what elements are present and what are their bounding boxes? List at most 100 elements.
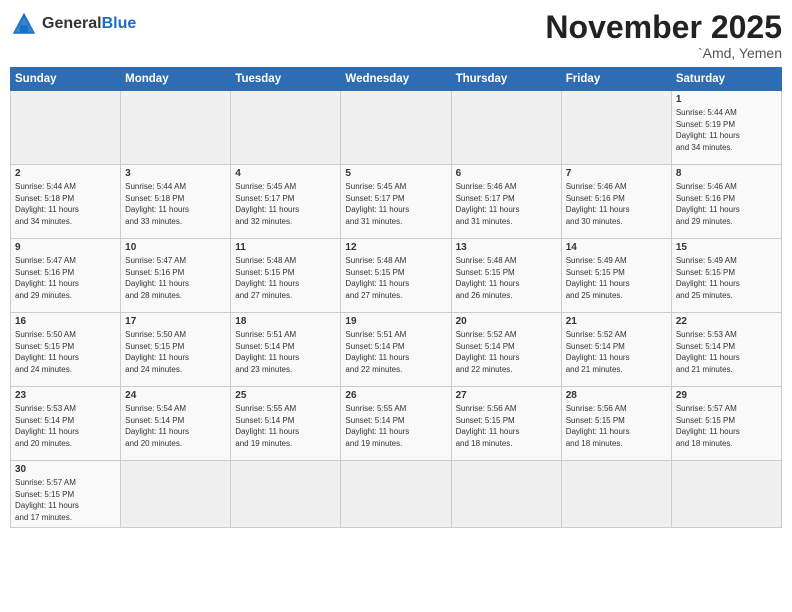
calendar-cell	[231, 461, 341, 527]
day-info: Sunrise: 5:54 AM Sunset: 5:14 PM Dayligh…	[125, 403, 226, 449]
week-row-4: 16 Sunrise: 5:50 AM Sunset: 5:15 PM Dayli…	[11, 313, 782, 387]
day-number: 13	[456, 242, 557, 253]
day-number: 15	[676, 242, 777, 253]
calendar-cell	[341, 91, 451, 165]
day-number: 16	[15, 316, 116, 327]
day-info: Sunrise: 5:48 AM Sunset: 5:15 PM Dayligh…	[235, 255, 336, 301]
logo-icon	[10, 10, 38, 38]
calendar-cell: 12 Sunrise: 5:48 AM Sunset: 5:15 PM Dayli…	[341, 239, 451, 313]
day-info: Sunrise: 5:56 AM Sunset: 5:15 PM Dayligh…	[456, 403, 557, 449]
calendar-cell: 1 Sunrise: 5:44 AM Sunset: 5:19 PM Daylig…	[671, 91, 781, 165]
day-number: 22	[676, 316, 777, 327]
day-info: Sunrise: 5:57 AM Sunset: 5:15 PM Dayligh…	[15, 477, 116, 523]
calendar-cell: 9Sunrise: 5:47 AM Sunset: 5:16 PM Daylig…	[11, 239, 121, 313]
day-number: 28	[566, 390, 667, 401]
day-info: Sunrise: 5:48 AM Sunset: 5:15 PM Dayligh…	[345, 255, 446, 301]
day-info: Sunrise: 5:52 AM Sunset: 5:14 PM Dayligh…	[456, 329, 557, 375]
day-number: 4	[235, 168, 336, 179]
day-number: 23	[15, 390, 116, 401]
day-info: Sunrise: 5:49 AM Sunset: 5:15 PM Dayligh…	[566, 255, 667, 301]
page: GeneralBlue November 2025 `Amd, Yemen Su…	[0, 0, 792, 612]
calendar-cell	[451, 91, 561, 165]
day-number: 11	[235, 242, 336, 253]
calendar-cell: 6Sunrise: 5:46 AM Sunset: 5:17 PM Daylig…	[451, 165, 561, 239]
calendar-cell: 21 Sunrise: 5:52 AM Sunset: 5:14 PM Dayli…	[561, 313, 671, 387]
calendar-cell: 26 Sunrise: 5:55 AM Sunset: 5:14 PM Dayli…	[341, 387, 451, 461]
calendar-cell	[341, 461, 451, 527]
header: GeneralBlue November 2025 `Amd, Yemen	[10, 10, 782, 61]
day-info: Sunrise: 5:47 AM Sunset: 5:16 PM Dayligh…	[125, 255, 226, 301]
day-number: 9	[15, 242, 116, 253]
calendar-cell: 17 Sunrise: 5:50 AM Sunset: 5:15 PM Dayli…	[121, 313, 231, 387]
weekday-header-friday: Friday	[561, 68, 671, 91]
weekday-header-row: SundayMondayTuesdayWednesdayThursdayFrid…	[11, 68, 782, 91]
week-row-5: 23 Sunrise: 5:53 AM Sunset: 5:14 PM Dayli…	[11, 387, 782, 461]
calendar-cell	[561, 91, 671, 165]
day-number: 7	[566, 168, 667, 179]
calendar-cell: 30 Sunrise: 5:57 AM Sunset: 5:15 PM Dayli…	[11, 461, 121, 527]
calendar-cell: 20 Sunrise: 5:52 AM Sunset: 5:14 PM Dayli…	[451, 313, 561, 387]
calendar-cell: 15 Sunrise: 5:49 AM Sunset: 5:15 PM Dayli…	[671, 239, 781, 313]
day-number: 30	[15, 464, 116, 475]
day-number: 17	[125, 316, 226, 327]
day-info: Sunrise: 5:49 AM Sunset: 5:15 PM Dayligh…	[676, 255, 777, 301]
day-info: Sunrise: 5:56 AM Sunset: 5:15 PM Dayligh…	[566, 403, 667, 449]
day-info: Sunrise: 5:46 AM Sunset: 5:16 PM Dayligh…	[676, 181, 777, 227]
week-row-2: 2Sunrise: 5:44 AM Sunset: 5:18 PM Daylig…	[11, 165, 782, 239]
day-info: Sunrise: 5:45 AM Sunset: 5:17 PM Dayligh…	[235, 181, 336, 227]
weekday-header-monday: Monday	[121, 68, 231, 91]
calendar-cell: 3Sunrise: 5:44 AM Sunset: 5:18 PM Daylig…	[121, 165, 231, 239]
calendar-cell: 14 Sunrise: 5:49 AM Sunset: 5:15 PM Dayli…	[561, 239, 671, 313]
day-info: Sunrise: 5:50 AM Sunset: 5:15 PM Dayligh…	[15, 329, 116, 375]
week-row-1: 1 Sunrise: 5:44 AM Sunset: 5:19 PM Daylig…	[11, 91, 782, 165]
calendar-cell	[11, 91, 121, 165]
day-info: Sunrise: 5:50 AM Sunset: 5:15 PM Dayligh…	[125, 329, 226, 375]
calendar-cell: 27 Sunrise: 5:56 AM Sunset: 5:15 PM Dayli…	[451, 387, 561, 461]
day-info: Sunrise: 5:44 AM Sunset: 5:18 PM Dayligh…	[15, 181, 116, 227]
day-info: Sunrise: 5:46 AM Sunset: 5:16 PM Dayligh…	[566, 181, 667, 227]
calendar-cell	[671, 461, 781, 527]
day-info: Sunrise: 5:55 AM Sunset: 5:14 PM Dayligh…	[345, 403, 446, 449]
calendar-cell: 24 Sunrise: 5:54 AM Sunset: 5:14 PM Dayli…	[121, 387, 231, 461]
day-info: Sunrise: 5:52 AM Sunset: 5:14 PM Dayligh…	[566, 329, 667, 375]
day-number: 8	[676, 168, 777, 179]
day-number: 19	[345, 316, 446, 327]
logo: GeneralBlue	[10, 10, 136, 38]
weekday-header-sunday: Sunday	[11, 68, 121, 91]
calendar: SundayMondayTuesdayWednesdayThursdayFrid…	[10, 67, 782, 527]
weekday-header-thursday: Thursday	[451, 68, 561, 91]
day-number: 21	[566, 316, 667, 327]
calendar-cell: 13 Sunrise: 5:48 AM Sunset: 5:15 PM Dayli…	[451, 239, 561, 313]
calendar-cell	[121, 461, 231, 527]
calendar-cell: 7 Sunrise: 5:46 AM Sunset: 5:16 PM Daylig…	[561, 165, 671, 239]
day-number: 1	[676, 94, 777, 105]
calendar-cell: 23 Sunrise: 5:53 AM Sunset: 5:14 PM Dayli…	[11, 387, 121, 461]
calendar-cell: 5Sunrise: 5:45 AM Sunset: 5:17 PM Daylig…	[341, 165, 451, 239]
day-info: Sunrise: 5:51 AM Sunset: 5:14 PM Dayligh…	[345, 329, 446, 375]
calendar-cell: 28 Sunrise: 5:56 AM Sunset: 5:15 PM Dayli…	[561, 387, 671, 461]
week-row-3: 9 Sunrise: 5:47 AM Sunset: 5:16 PM Daylig…	[11, 239, 782, 313]
day-number: 24	[125, 390, 226, 401]
day-number: 26	[345, 390, 446, 401]
day-number: 27	[456, 390, 557, 401]
day-info: Sunrise: 5:44 AM Sunset: 5:19 PM Dayligh…	[676, 107, 777, 153]
day-info: Sunrise: 5:55 AM Sunset: 5:14 PM Dayligh…	[235, 403, 336, 449]
day-number: 12	[345, 242, 446, 253]
day-info: Sunrise: 5:53 AM Sunset: 5:14 PM Dayligh…	[15, 403, 116, 449]
calendar-cell: 10Sunrise: 5:47 AM Sunset: 5:16 PM Dayli…	[121, 239, 231, 313]
day-info: Sunrise: 5:48 AM Sunset: 5:15 PM Dayligh…	[456, 255, 557, 301]
title-block: November 2025 `Amd, Yemen	[545, 10, 782, 61]
day-info: Sunrise: 5:44 AM Sunset: 5:18 PM Dayligh…	[125, 181, 226, 227]
weekday-header-saturday: Saturday	[671, 68, 781, 91]
calendar-cell: 11 Sunrise: 5:48 AM Sunset: 5:15 PM Dayli…	[231, 239, 341, 313]
day-info: Sunrise: 5:57 AM Sunset: 5:15 PM Dayligh…	[676, 403, 777, 449]
calendar-cell	[451, 461, 561, 527]
location: `Amd, Yemen	[545, 45, 782, 61]
day-number: 14	[566, 242, 667, 253]
calendar-cell: 25Sunrise: 5:55 AM Sunset: 5:14 PM Dayli…	[231, 387, 341, 461]
day-info: Sunrise: 5:53 AM Sunset: 5:14 PM Dayligh…	[676, 329, 777, 375]
month-title: November 2025	[545, 10, 782, 45]
day-number: 20	[456, 316, 557, 327]
calendar-cell: 8 Sunrise: 5:46 AM Sunset: 5:16 PM Daylig…	[671, 165, 781, 239]
day-number: 18	[235, 316, 336, 327]
